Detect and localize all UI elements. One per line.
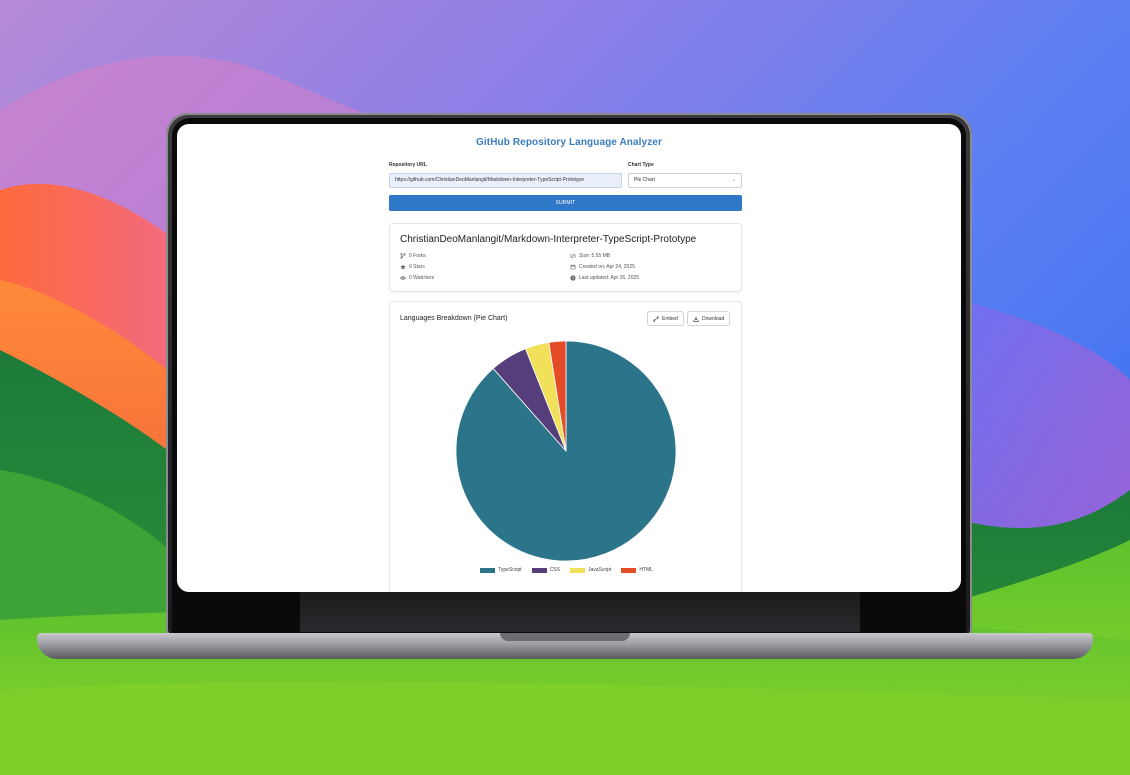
forks-stat: 0 Forks (400, 253, 426, 259)
legend-item-css[interactable]: CSS (531, 567, 560, 573)
submit-button[interactable]: SUBMIT (389, 195, 742, 211)
legend-label: JavaScript (587, 567, 612, 573)
pie-chart (455, 340, 677, 562)
eye-icon (400, 276, 406, 280)
chart-type-value: Pie Chart (634, 177, 655, 183)
size-text: Size: 5.55 MB (579, 253, 611, 259)
legend-item-typescript[interactable]: TypeScript (480, 567, 522, 573)
fork-icon (400, 253, 406, 259)
watchers-stat: 0 Watchers (400, 275, 434, 281)
legend-swatch (621, 567, 637, 573)
legend-item-html[interactable]: HTML (621, 567, 653, 573)
repository-url-input[interactable]: https://github.com/ChristianDeoManlangit… (389, 173, 622, 188)
page-title: GitHub Repository Language Analyzer (476, 137, 662, 148)
legend-swatch (569, 567, 585, 573)
repo-name: ChristianDeoManlangit/Markdown-Interpret… (400, 234, 697, 245)
created-text: Created on: Apr 24, 2025 (579, 264, 635, 270)
chevron-down-icon: ⌄ (731, 177, 736, 183)
repo-info-card: ChristianDeoManlangit/Markdown-Interpret… (389, 223, 742, 292)
star-icon (400, 264, 406, 270)
code-icon (570, 253, 576, 259)
laptop-notch (500, 633, 630, 641)
legend-swatch (531, 567, 547, 573)
updated-stat: Last updated: Apr 26, 2025 (570, 275, 639, 281)
url-label: Repository URL (389, 162, 427, 168)
calendar-icon (570, 264, 576, 270)
forks-text: 0 Forks (409, 253, 426, 259)
chart-type-select[interactable]: Pie Chart ⌄ (628, 173, 742, 188)
legend-swatch (480, 567, 496, 573)
legend-label: CSS (549, 567, 560, 573)
watchers-text: 0 Watchers (409, 275, 435, 281)
keyboard-reflection (300, 592, 860, 632)
app-window: GitHub Repository Language Analyzer Repo… (177, 124, 961, 592)
language-chart-card: Languages Breakdown (Pie Chart) Embed Do… (389, 301, 742, 592)
clock-icon (570, 275, 576, 281)
chart-legend: TypeScript CSS JavaScript HTML (390, 567, 743, 573)
legend-label: TypeScript (498, 567, 522, 573)
stars-text: 0 Stars (409, 264, 425, 270)
chart-type-label: Chart Type (628, 162, 654, 168)
size-stat: Size: 5.55 MB (570, 253, 610, 259)
legend-item-javascript[interactable]: JavaScript (569, 567, 612, 573)
legend-label: HTML (639, 567, 653, 573)
created-stat: Created on: Apr 24, 2025 (570, 264, 635, 270)
updated-text: Last updated: Apr 26, 2025 (579, 275, 640, 281)
stars-stat: 0 Stars (400, 264, 425, 270)
